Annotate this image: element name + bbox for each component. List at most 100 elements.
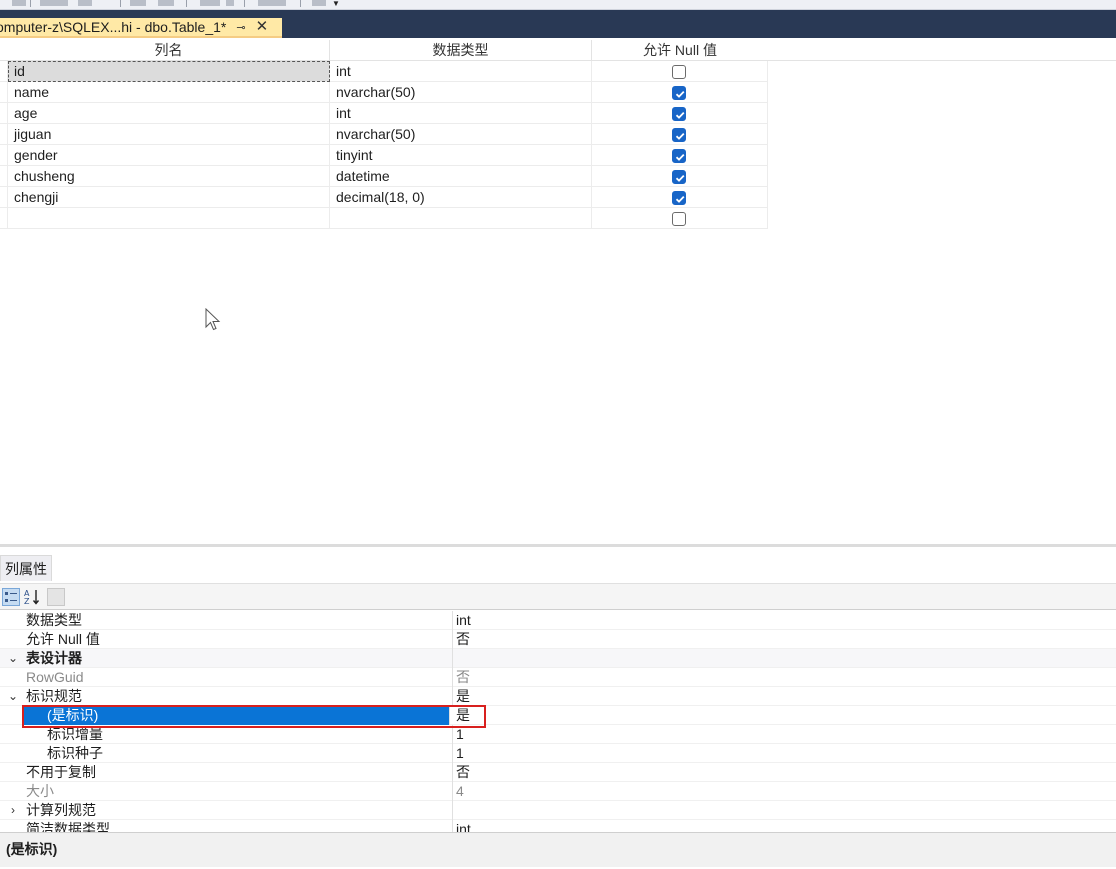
property-name: 标识种子 [26,744,453,763]
property-value[interactable]: 否 [456,668,470,687]
property-row[interactable]: › 计算列规范 [0,801,1116,820]
property-row[interactable]: RowGuid 否 [0,668,1116,687]
property-name: 标识规范 [26,687,453,706]
allow-null-checkbox[interactable] [672,149,686,163]
property-name: 不用于复制 [26,763,453,782]
row-selector[interactable] [0,145,8,166]
column-header-name[interactable]: 列名 [8,40,330,61]
row-selector[interactable] [0,124,8,145]
property-description-title: (是标识) [6,841,58,857]
allow-null-cell [592,82,768,103]
table-row[interactable]: chusheng datetime [0,166,768,187]
property-value[interactable]: 是 [456,687,470,706]
property-pages-icon[interactable] [47,588,65,606]
document-tab-table-1[interactable]: omputer-z\SQLEX...hi - dbo.Table_1* ⊸ ✕ [0,18,282,38]
property-row[interactable]: 简洁数据类型 int [0,820,1116,832]
table-row[interactable]: gender tinyint [0,145,768,166]
toolbar-button[interactable] [200,0,220,6]
allow-null-checkbox[interactable] [672,86,686,100]
toolbar-button[interactable] [312,0,326,6]
data-type-cell[interactable]: int [330,103,592,124]
allow-null-checkbox[interactable] [672,191,686,205]
property-value[interactable]: 否 [456,630,470,649]
allow-null-checkbox[interactable] [672,107,686,121]
table-row[interactable]: name nvarchar(50) [0,82,768,103]
table-row[interactable]: age int [0,103,768,124]
property-row[interactable]: 允许 Null 值 否 [0,630,1116,649]
grid-header: 列名 数据类型 允许 Null 值 [0,40,1116,61]
column-name-cell[interactable]: chusheng [8,166,330,187]
data-type-cell[interactable]: decimal(18, 0) [330,187,592,208]
column-name-cell[interactable]: name [8,82,330,103]
close-icon[interactable]: ✕ [256,19,269,34]
toolbar-button[interactable] [40,0,68,6]
categorized-view-icon[interactable] [2,588,20,606]
property-category-row[interactable]: ⌄ 表设计器 [0,649,1116,668]
property-value[interactable]: 4 [456,782,464,801]
data-type-cell[interactable]: int [330,61,592,82]
toolbar-button[interactable] [78,0,92,6]
collapse-chevron-icon[interactable]: ⌄ [6,649,20,668]
property-name: 计算列规范 [26,801,453,820]
toolbar-button[interactable] [258,0,286,6]
table-row[interactable]: chengji decimal(18, 0) [0,187,768,208]
column-header-allow-null[interactable]: 允许 Null 值 [592,40,768,61]
property-value[interactable]: int [456,820,471,832]
property-value[interactable]: 1 [456,744,464,763]
toolbar-button[interactable] [130,0,146,6]
property-name: RowGuid [26,668,453,687]
row-selector[interactable] [0,208,8,229]
data-type-cell[interactable]: nvarchar(50) [330,124,592,145]
alphabetical-sort-icon[interactable]: AZ [23,588,41,606]
property-row[interactable]: ⌄ 标识规范 是 [0,687,1116,706]
toolbar-button[interactable] [12,0,26,6]
column-name-cell[interactable] [8,208,330,229]
column-header-type[interactable]: 数据类型 [330,40,592,61]
property-row[interactable]: 标识种子 1 [0,744,1116,763]
column-name-cell[interactable]: id [8,61,330,82]
property-row[interactable]: 大小 4 [0,782,1116,801]
property-value[interactable]: 否 [456,763,470,782]
row-selector[interactable] [0,187,8,208]
expand-chevron-icon[interactable]: › [6,801,20,820]
allow-null-checkbox[interactable] [672,128,686,142]
data-type-cell[interactable]: datetime [330,166,592,187]
toolbar-separator [186,0,187,7]
row-selector[interactable] [0,166,8,187]
allow-null-checkbox[interactable] [672,170,686,184]
toolbar-dropdown-arrow-icon[interactable]: ▼ [332,0,340,8]
allow-null-cell [592,103,768,124]
column-name-cell[interactable]: jiguan [8,124,330,145]
toolbar-button[interactable] [226,0,234,6]
property-description-bar: (是标识) [0,832,1116,867]
allow-null-checkbox[interactable] [672,65,686,79]
property-value[interactable]: int [456,611,471,630]
document-tab-title[interactable]: omputer-z\SQLEX...hi - dbo.Table_1* [0,19,226,35]
toolbar-strip: ▼ [0,0,1116,10]
column-name-cell[interactable]: age [8,103,330,124]
data-type-cell[interactable] [330,208,592,229]
allow-null-checkbox[interactable] [672,212,686,226]
pin-icon[interactable]: ⊸ [236,21,245,34]
collapse-chevron-icon[interactable]: ⌄ [6,687,20,706]
row-selector[interactable] [0,82,8,103]
toolbar-separator [120,0,121,7]
property-name: 数据类型 [26,611,453,630]
row-selector[interactable] [0,103,8,124]
property-name: 简洁数据类型 [26,820,453,832]
toolbar-separator [30,0,31,7]
allow-null-cell [592,124,768,145]
data-type-cell[interactable]: nvarchar(50) [330,82,592,103]
column-name-cell[interactable]: chengji [8,187,330,208]
table-row-new[interactable] [0,208,768,229]
toolbar-separator [300,0,301,7]
row-selector[interactable] [0,61,8,82]
column-name-cell[interactable]: gender [8,145,330,166]
property-row[interactable]: 数据类型 int [0,611,1116,630]
tab-column-properties[interactable]: 列属性 [0,555,52,581]
data-type-cell[interactable]: tinyint [330,145,592,166]
toolbar-button[interactable] [158,0,174,6]
table-row[interactable]: id int [0,61,768,82]
table-row[interactable]: jiguan nvarchar(50) [0,124,768,145]
property-row[interactable]: 不用于复制 否 [0,763,1116,782]
